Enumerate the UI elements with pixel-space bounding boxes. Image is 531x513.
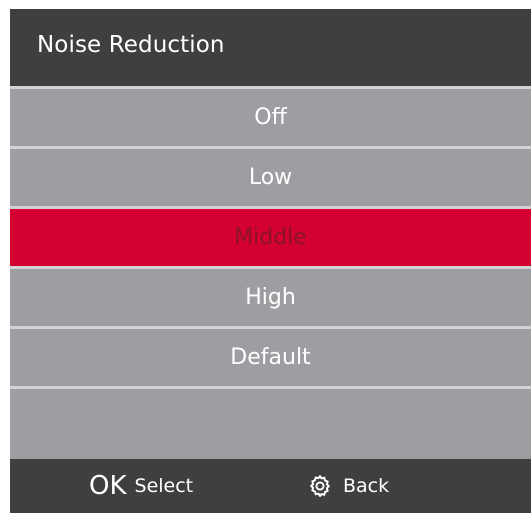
select-hint[interactable]: OK Select [89,459,193,513]
ok-icon: OK [89,471,127,501]
menu-item-default[interactable]: Default [10,329,531,386]
menu-item-empty [10,389,531,459]
back-label: Back [343,475,390,497]
menu-item-high[interactable]: High [10,269,531,326]
noise-reduction-menu: Noise Reduction Off Low Middle High Defa… [10,9,531,513]
menu-item-middle[interactable]: Middle [10,209,531,266]
footer-bar: OK Select Back [10,459,531,513]
select-label: Select [134,475,194,497]
menu-item-low[interactable]: Low [10,149,531,206]
page-title: Noise Reduction [37,32,225,58]
gear-icon [310,475,330,497]
menu-header: Noise Reduction [10,9,531,86]
menu-item-off[interactable]: Off [10,89,531,146]
back-hint[interactable]: Back [307,459,389,513]
